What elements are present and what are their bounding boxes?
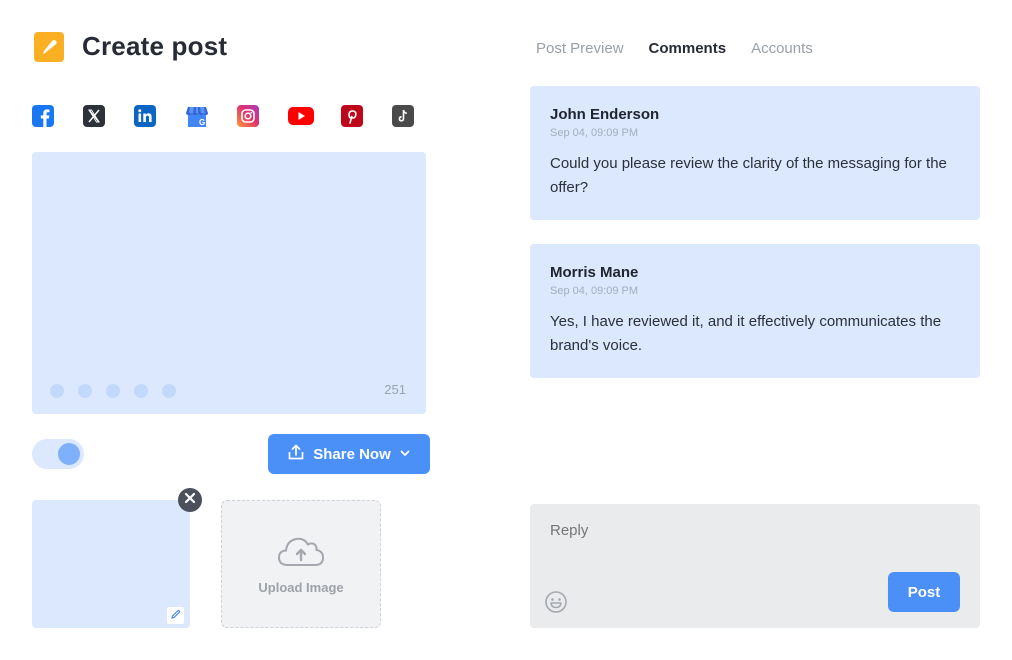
toolbar-dot[interactable] — [162, 384, 176, 398]
social-facebook[interactable] — [32, 105, 54, 127]
header: Create post — [34, 31, 227, 62]
comment-author: John Enderson — [550, 106, 660, 123]
close-icon — [184, 491, 196, 509]
toolbar-dot[interactable] — [50, 384, 64, 398]
emoji-icon[interactable] — [544, 590, 568, 619]
google-business-icon: G — [185, 105, 209, 127]
x-icon — [83, 105, 105, 127]
social-linkedin[interactable] — [134, 105, 157, 127]
comment-timestamp: Sep 04, 09:09 PM — [550, 285, 639, 297]
tiktok-icon — [392, 105, 414, 127]
comment-card: John Enderson Sep 04, 09:09 PM Could you… — [530, 86, 980, 220]
share-now-button[interactable]: Share Now — [268, 434, 430, 474]
remove-image-button[interactable] — [178, 488, 202, 512]
toolbar-dots — [50, 384, 190, 398]
upload-image-label: Upload Image — [258, 580, 344, 595]
linkedin-icon — [134, 105, 156, 127]
page-title: Create post — [82, 31, 228, 61]
tab-accounts[interactable]: Accounts — [751, 40, 813, 57]
instagram-icon — [237, 105, 259, 127]
post-content-area[interactable]: 251 — [32, 152, 426, 414]
comment-timestamp: Sep 04, 09:09 PM — [550, 127, 639, 139]
panel-tabs: Post Preview Comments Accounts — [536, 40, 838, 57]
chevron-down-icon — [399, 446, 411, 463]
facebook-icon — [32, 105, 54, 127]
comment-text: Yes, I have reviewed it, and it effectiv… — [550, 313, 942, 354]
reply-input[interactable] — [550, 522, 950, 539]
tab-comments[interactable]: Comments — [649, 40, 727, 57]
edit-image-button[interactable] — [167, 607, 184, 624]
tab-post-preview[interactable]: Post Preview — [536, 40, 624, 57]
social-youtube[interactable] — [287, 105, 314, 127]
social-instagram[interactable] — [236, 105, 259, 127]
upload-image-dropzone[interactable]: Upload Image — [221, 500, 381, 628]
share-now-label: Share Now — [313, 445, 391, 463]
edit-pencil-icon — [170, 607, 181, 625]
svg-text:G: G — [199, 118, 205, 127]
reply-box: Post — [530, 504, 980, 628]
youtube-icon — [287, 106, 314, 126]
toolbar-dot[interactable] — [134, 384, 148, 398]
toggle-switch[interactable] — [32, 439, 84, 469]
social-pinterest[interactable] — [340, 105, 363, 127]
cloud-upload-icon — [276, 533, 326, 574]
social-google-business[interactable]: G — [185, 105, 209, 127]
social-tiktok[interactable] — [392, 105, 415, 127]
toolbar-dot[interactable] — [106, 384, 120, 398]
toggle-knob — [58, 443, 80, 465]
comment-card: Morris Mane Sep 04, 09:09 PM Yes, I have… — [530, 244, 980, 378]
toolbar-dot[interactable] — [78, 384, 92, 398]
share-upload-icon — [287, 443, 305, 465]
social-x[interactable] — [83, 105, 106, 127]
character-count: 251 — [384, 382, 406, 397]
post-reply-button[interactable]: Post — [888, 572, 960, 612]
social-network-list: G — [32, 105, 443, 127]
comment-text: Could you please review the clarity of t… — [550, 155, 947, 196]
pinterest-icon — [341, 105, 363, 127]
pencil-icon — [34, 31, 64, 62]
comment-author: Morris Mane — [550, 264, 639, 281]
